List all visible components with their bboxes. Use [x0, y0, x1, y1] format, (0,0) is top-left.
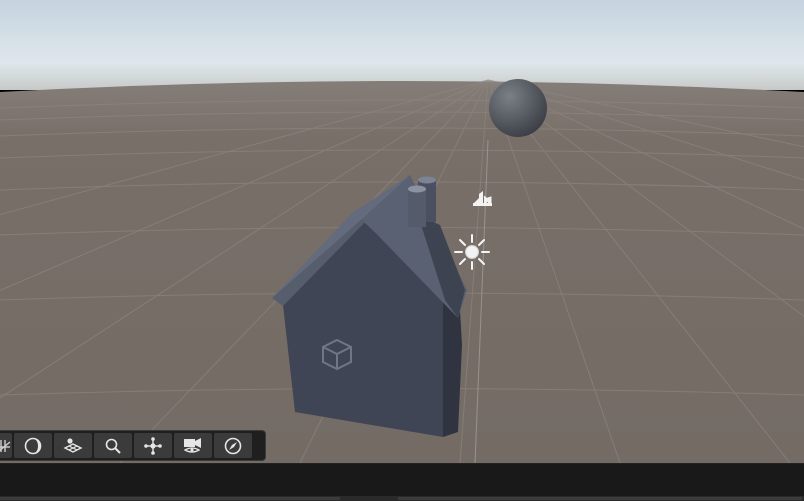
- sky: [0, 0, 804, 90]
- bottom-strip-segment: [398, 497, 802, 500]
- grid-snap-icon: [0, 439, 11, 452]
- scene-viewport[interactable]: [0, 0, 804, 463]
- lighting-icon: [24, 437, 42, 454]
- scene-overlay-toolbar: [0, 430, 266, 461]
- compass-icon: [224, 437, 242, 454]
- search-icon: [105, 438, 121, 454]
- bottom-strip-segment: [0, 497, 340, 500]
- chimney-back-top: [418, 176, 436, 184]
- move-gizmo-icon: [144, 436, 162, 455]
- status-bar: [0, 463, 804, 497]
- chimney-front: [408, 189, 426, 227]
- lighting-toggle-button[interactable]: [14, 433, 52, 458]
- directional-light-icon[interactable]: [454, 234, 490, 270]
- move-gizmo-button[interactable]: [134, 433, 172, 458]
- bottom-strip: [0, 496, 804, 501]
- layers-button[interactable]: [54, 433, 92, 458]
- scene-canvas[interactable]: [0, 0, 804, 463]
- compass-button[interactable]: [214, 433, 252, 458]
- layers-icon: [63, 437, 83, 453]
- sphere-object[interactable]: [489, 79, 547, 137]
- search-button[interactable]: [94, 433, 132, 458]
- camera-icon: [183, 437, 201, 453]
- grid-snap-button[interactable]: [0, 433, 12, 458]
- camera-button[interactable]: [174, 433, 212, 458]
- chimney-front-top: [408, 185, 426, 193]
